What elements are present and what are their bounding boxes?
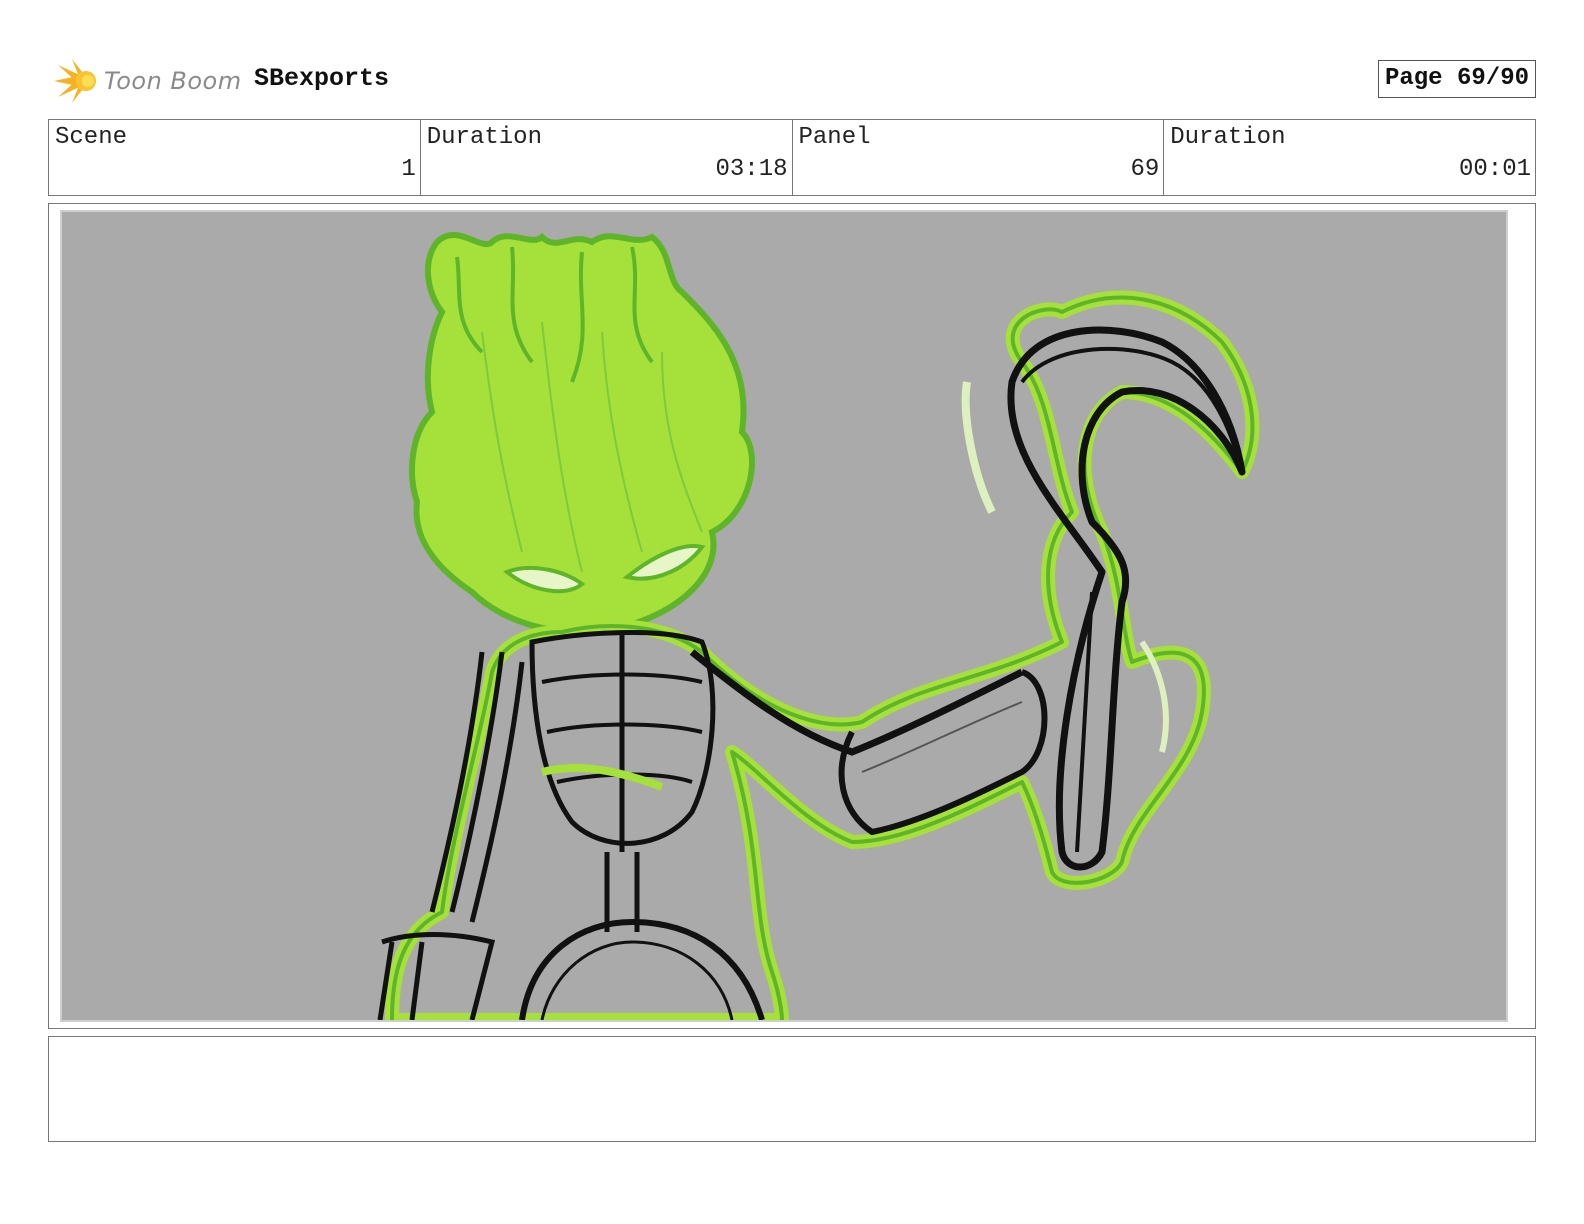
notes-box (48, 1036, 1536, 1142)
scene-value: 1 (401, 156, 416, 183)
project-title: SBexports (254, 64, 390, 93)
panel-label: Panel (798, 124, 871, 151)
panel-duration-label: Duration (1170, 124, 1286, 151)
scene-duration-cell: Duration 03:18 (421, 120, 793, 195)
panel-cell: Panel 69 (793, 120, 1165, 195)
scene-label: Scene (55, 124, 128, 151)
storyboard-panel-image (60, 210, 1508, 1022)
sketch-drawing (377, 232, 1260, 1020)
panel-info-row: Scene 1 Duration 03:18 Panel 69 Duration… (48, 119, 1536, 196)
scene-cell: Scene 1 (49, 120, 421, 195)
panel-frame (48, 203, 1536, 1029)
page-number: Page 69/90 (1377, 60, 1536, 98)
scene-duration-value: 03:18 (715, 156, 788, 183)
panel-value: 69 (1130, 156, 1160, 183)
logo-text: Toon Boom (104, 67, 242, 95)
panel-duration-value: 00:01 (1458, 156, 1531, 183)
scene-duration-label: Duration (426, 124, 542, 151)
panel-duration-cell: Duration 00:01 (1164, 120, 1535, 195)
sunburst-logo-icon (54, 59, 96, 103)
page-header: Toon Boom SBexports Page 69/90 (48, 52, 1536, 108)
flaming-head (409, 232, 755, 636)
toon-boom-logo: Toon Boom (52, 54, 242, 108)
